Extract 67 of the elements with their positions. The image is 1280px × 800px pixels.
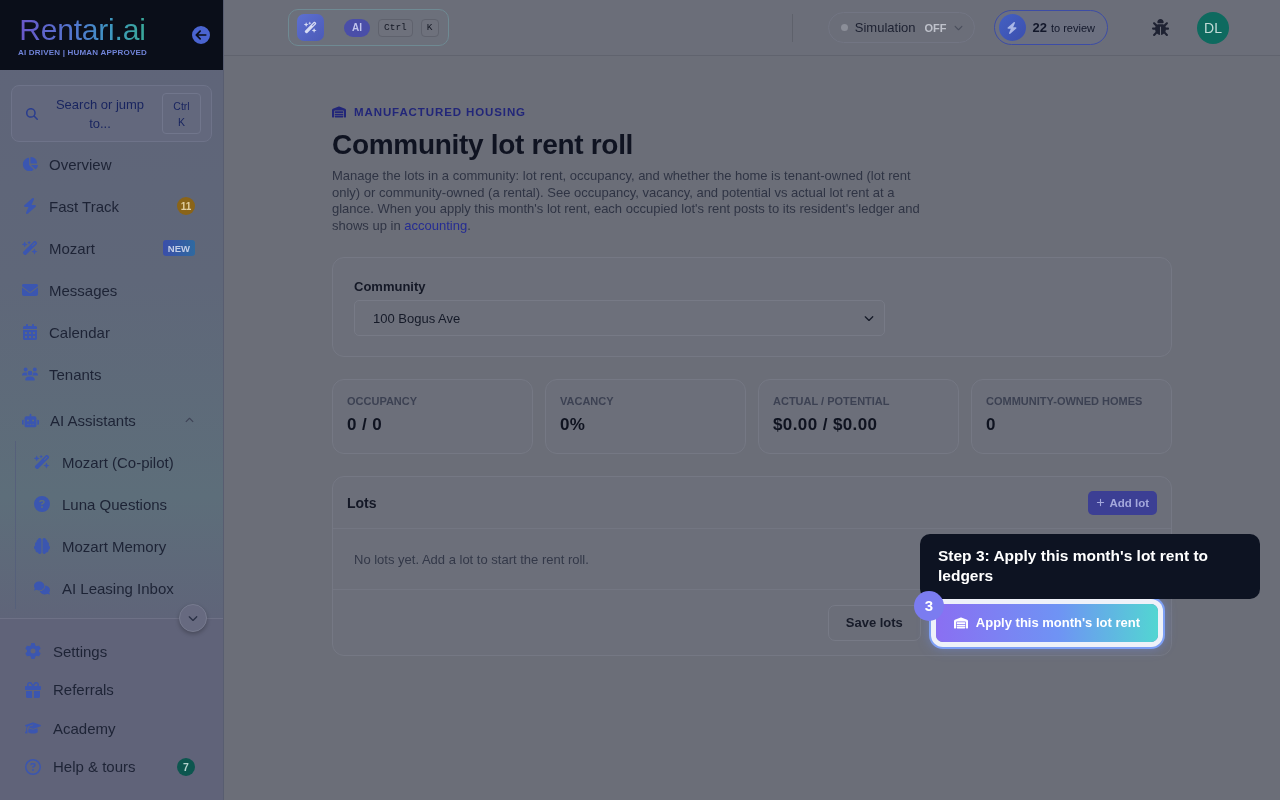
nav-item[interactable]: Luna Questions <box>16 483 212 525</box>
nav-item[interactable]: Calendar <box>11 311 212 353</box>
stat-value: 0 / 0 <box>347 415 384 435</box>
warehouse-icon <box>332 105 346 119</box>
collapse-sidebar-icon[interactable] <box>192 26 210 44</box>
new-badge: NEW <box>162 240 195 256</box>
magic-wand-icon <box>22 240 38 256</box>
key-cap: K <box>420 18 439 37</box>
tour-tooltip: Step 3: Apply this month's lot rent to ledgers <box>920 533 1260 599</box>
nav-item[interactable]: Tenants <box>11 353 212 395</box>
nav-item[interactable]: Mozart (Co-pilot) <box>16 441 212 483</box>
chevron-down-icon <box>953 23 963 32</box>
bug-icon[interactable] <box>1152 19 1169 36</box>
user-avatar[interactable]: DL <box>1197 11 1229 44</box>
nav-item[interactable]: Mozart Memory <box>16 525 212 567</box>
nav-item[interactable]: Academy <box>11 709 212 748</box>
nav-item[interactable]: Help & tours 7 <box>11 747 212 786</box>
search-icon <box>26 107 38 120</box>
warehouse-icon <box>953 615 968 630</box>
robot-icon <box>22 411 39 429</box>
nav-item[interactable]: Messages <box>11 269 212 311</box>
key-cap: Ctrl <box>378 18 413 37</box>
chevron-down-icon <box>864 313 874 323</box>
save-button[interactable]: Save lots <box>827 604 921 641</box>
magic-wand-icon <box>34 454 50 470</box>
stat-value: 0 <box>986 415 997 435</box>
help-icon <box>25 758 41 775</box>
search-button[interactable]: Search or jump to... Ctrl K <box>11 85 212 142</box>
chat-bubbles-icon <box>34 580 50 596</box>
settings-icon <box>25 643 41 660</box>
nav-item[interactable]: AI Leasing Inbox <box>16 567 212 609</box>
card-title: Lots <box>347 494 377 511</box>
nav-group[interactable]: AI Assistants <box>11 399 212 441</box>
add-lot-button[interactable]: Add lot <box>1088 490 1157 515</box>
field-label: Community <box>354 279 427 294</box>
chevron-down-icon <box>188 613 198 623</box>
keyboard-shortcut: Ctrl K <box>162 93 201 134</box>
plus-icon <box>1096 498 1106 507</box>
nav-item[interactable]: Fast Track 11 <box>11 185 212 227</box>
review-queue-button[interactable]: 22 to review <box>993 10 1108 45</box>
nav-item[interactable]: Referrals <box>11 670 212 709</box>
logo-tagline: AI DRIVEN | HUMAN APPROVED <box>18 47 147 57</box>
pie-chart-icon <box>22 156 38 172</box>
section-label: MANUFACTURED HOUSING <box>354 106 526 118</box>
brain-icon <box>34 538 50 554</box>
count-badge: 7 <box>177 757 195 776</box>
magic-wand-icon <box>297 14 324 41</box>
gift-icon <box>25 681 41 698</box>
envelope-icon <box>22 282 38 298</box>
calendar-icon <box>22 324 38 340</box>
nav-item[interactable]: Overview <box>11 143 212 185</box>
people-icon <box>22 366 38 382</box>
ai-command-bar[interactable]: AI Ctrl K <box>288 9 449 46</box>
question-icon <box>34 496 50 512</box>
community-select[interactable]: 100 Bogus Ave <box>354 300 885 336</box>
lightning-icon <box>998 14 1026 41</box>
stat-value: 0% <box>560 415 587 435</box>
ai-badge: AI <box>344 18 370 37</box>
graduation-cap-icon <box>25 720 41 737</box>
stat-value: $0.00 / $0.00 <box>773 415 879 435</box>
simulation-dropdown[interactable]: Simulation OFF <box>827 12 975 43</box>
nav-item[interactable]: Mozart NEW <box>11 227 212 269</box>
scroll-down-button[interactable] <box>179 604 207 632</box>
page-title: Community lot rent roll <box>332 128 635 162</box>
count-badge: 11 <box>177 197 195 215</box>
nav-item[interactable]: Settings <box>11 632 212 671</box>
lightning-icon <box>22 198 38 214</box>
